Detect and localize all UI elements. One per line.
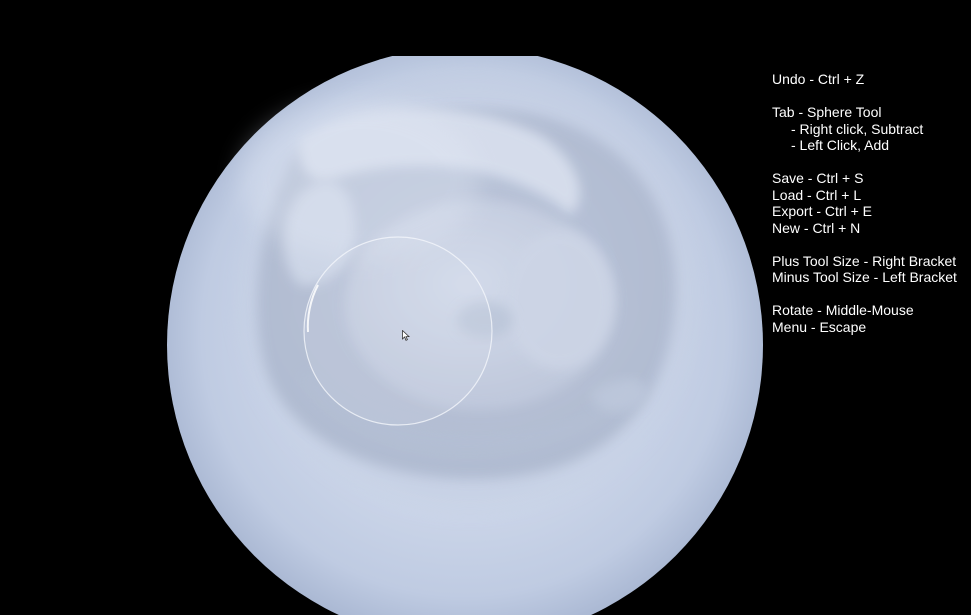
help-spacer bbox=[772, 286, 971, 303]
help-left-click: - Left Click, Add bbox=[791, 137, 890, 153]
help-save: Save - Ctrl + S bbox=[772, 170, 864, 186]
keyboard-help-panel: Undo - Ctrl + Z Tab - Sphere Tool - Righ… bbox=[772, 71, 971, 335]
help-spacer bbox=[772, 88, 971, 105]
help-export: Export - Ctrl + E bbox=[772, 203, 872, 219]
help-menu: Menu - Escape bbox=[772, 318, 867, 335]
help-undo: Undo - Ctrl + Z bbox=[772, 71, 865, 87]
help-sphere-tool: Tab - Sphere Tool bbox=[772, 104, 882, 120]
help-rotate: Rotate - Middle-Mouse bbox=[772, 302, 914, 318]
sphere-tool-brush bbox=[303, 236, 493, 426]
help-load: Load - Ctrl + L bbox=[772, 186, 862, 203]
help-plus-tool-size: Plus Tool Size - Right Bracket bbox=[772, 252, 957, 269]
help-right-click: - Right click, Subtract bbox=[791, 120, 924, 137]
help-spacer bbox=[772, 154, 971, 171]
help-minus-tool-size: Minus Tool Size - Left Bracket bbox=[772, 269, 957, 285]
help-spacer bbox=[772, 236, 971, 253]
sculpt-viewport[interactable]: Undo - Ctrl + Z Tab - Sphere Tool - Righ… bbox=[0, 0, 971, 615]
help-new: New - Ctrl + N bbox=[772, 219, 861, 236]
arrow-cursor-icon bbox=[402, 330, 410, 341]
